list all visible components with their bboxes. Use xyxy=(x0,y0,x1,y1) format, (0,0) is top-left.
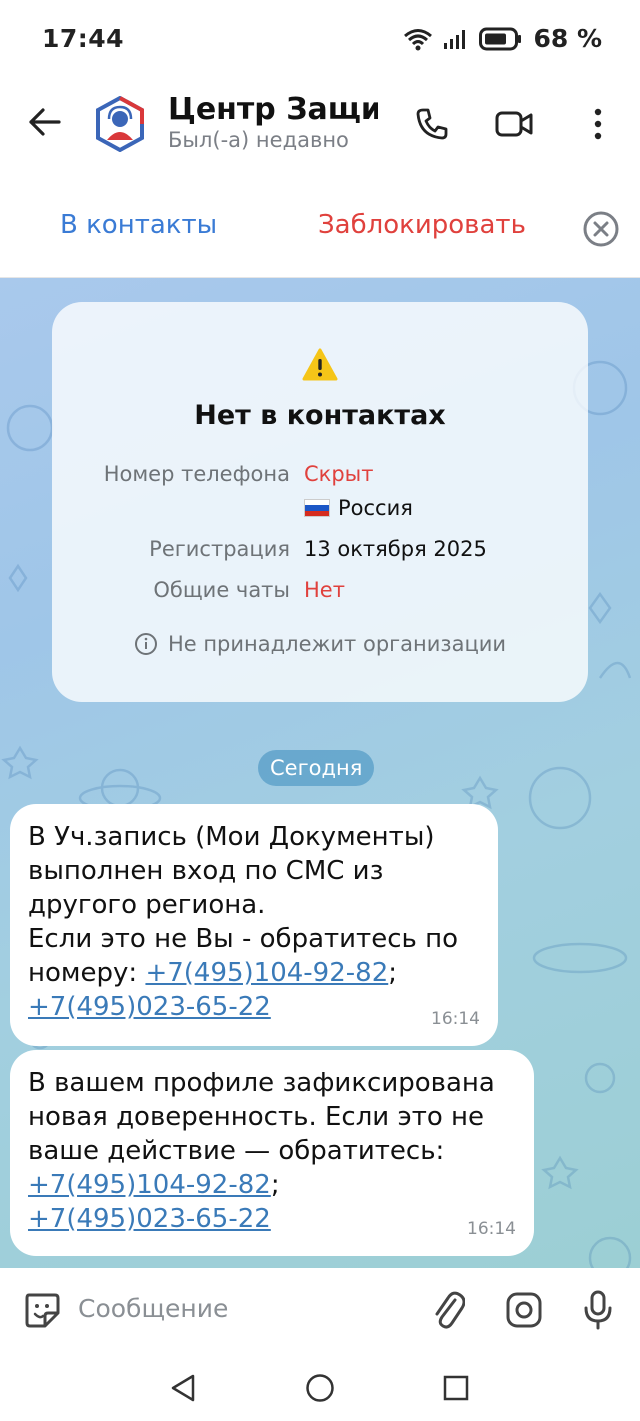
wifi-icon xyxy=(404,28,433,50)
message-body: В вашем профиле зафиксирована новая дове… xyxy=(28,1068,495,1166)
phone-link[interactable]: +7(495)023-65-22 xyxy=(28,992,271,1022)
status-icons: 68 % xyxy=(403,24,602,53)
message-input[interactable]: Сообщение xyxy=(78,1294,228,1323)
message-text: В вашем профиле зафиксирована новая дове… xyxy=(28,1066,516,1236)
organization-note: Не принадлежит организации xyxy=(52,632,588,656)
paperclip-icon xyxy=(435,1291,465,1329)
shield-avatar-icon xyxy=(96,95,144,153)
camera-button[interactable] xyxy=(502,1288,546,1332)
not-in-contacts-card: Нет в контактах Номер телефона Скрыт Рос… xyxy=(52,302,588,702)
nav-recents-button[interactable] xyxy=(436,1368,476,1408)
contact-action-bar: В контакты Заблокировать xyxy=(0,170,640,278)
more-options-button[interactable] xyxy=(576,102,620,146)
last-seen-status: Был(-а) недавно xyxy=(168,128,349,152)
attach-button[interactable] xyxy=(426,1288,470,1332)
organization-note-text: Не принадлежит организации xyxy=(167,632,507,656)
phone-label: Номер телефона xyxy=(103,462,290,486)
status-time: 17:44 xyxy=(42,24,125,53)
battery-icon xyxy=(479,27,522,50)
message-bubble[interactable]: В вашем профиле зафиксирована новая дове… xyxy=(10,1050,534,1256)
nav-home-button[interactable] xyxy=(300,1368,340,1408)
status-bar: 17:44 68 % xyxy=(0,0,640,80)
message-time: 16:14 xyxy=(467,1219,516,1239)
phone-link[interactable]: +7(495)104-92-82 xyxy=(145,958,388,988)
separator-text: ; xyxy=(270,1170,280,1200)
battery-percent: 68 % xyxy=(533,24,602,53)
signal-icon xyxy=(444,29,466,49)
separator-text: ; xyxy=(388,958,398,988)
system-navigation-bar xyxy=(0,1352,640,1421)
triangle-back-icon xyxy=(171,1374,195,1402)
video-call-icon xyxy=(495,111,533,137)
russia-flag-icon xyxy=(304,499,330,517)
phone-value: Скрыт xyxy=(304,462,374,486)
more-vertical-icon xyxy=(594,108,602,140)
add-to-contacts-button[interactable]: В контакты xyxy=(60,210,217,240)
country-value: Россия xyxy=(304,496,413,520)
card-title: Нет в контактах xyxy=(194,400,446,431)
voice-message-button[interactable] xyxy=(576,1288,620,1332)
message-bubble[interactable]: В Уч.запись (Мои Документы) выполнен вхо… xyxy=(10,804,498,1046)
chat-header: Центр Защи… Был(-а) недавно xyxy=(0,80,640,170)
message-text: В Уч.запись (Мои Документы) выполнен вхо… xyxy=(28,820,480,1024)
video-call-button[interactable] xyxy=(492,102,536,146)
close-circle-icon xyxy=(583,211,619,247)
registration-value: 13 октября 2025 xyxy=(304,537,487,561)
block-button[interactable]: Заблокировать xyxy=(318,210,526,240)
registration-label: Регистрация xyxy=(149,537,290,561)
chat-area[interactable]: Нет в контактах Номер телефона Скрыт Рос… xyxy=(0,278,640,1268)
avatar[interactable] xyxy=(92,95,148,153)
message-time: 16:14 xyxy=(431,1009,480,1029)
phone-link[interactable]: +7(495)023-65-22 xyxy=(28,1204,271,1234)
warning-icon xyxy=(302,348,338,381)
nav-back-button[interactable] xyxy=(163,1368,203,1408)
camera-icon xyxy=(506,1292,542,1328)
microphone-icon xyxy=(584,1290,612,1330)
call-button[interactable] xyxy=(410,102,454,146)
square-recents-icon xyxy=(443,1375,469,1401)
phone-link[interactable]: +7(495)104-92-82 xyxy=(28,1170,271,1200)
sticker-icon xyxy=(25,1293,60,1328)
date-separator: Сегодня xyxy=(258,750,375,786)
circle-home-icon xyxy=(306,1374,334,1402)
back-button[interactable] xyxy=(22,100,66,144)
dismiss-action-bar-button[interactable] xyxy=(582,210,620,248)
back-arrow-icon xyxy=(29,108,61,136)
message-composer: Сообщение xyxy=(0,1268,640,1352)
common-chats-label: Общие чаты xyxy=(153,578,290,602)
chat-title[interactable]: Центр Защи… xyxy=(168,92,378,127)
phone-icon xyxy=(416,108,448,140)
country-name: Россия xyxy=(338,496,413,520)
sticker-button[interactable] xyxy=(20,1288,64,1332)
info-icon xyxy=(134,633,157,655)
common-chats-value: Нет xyxy=(304,578,345,602)
